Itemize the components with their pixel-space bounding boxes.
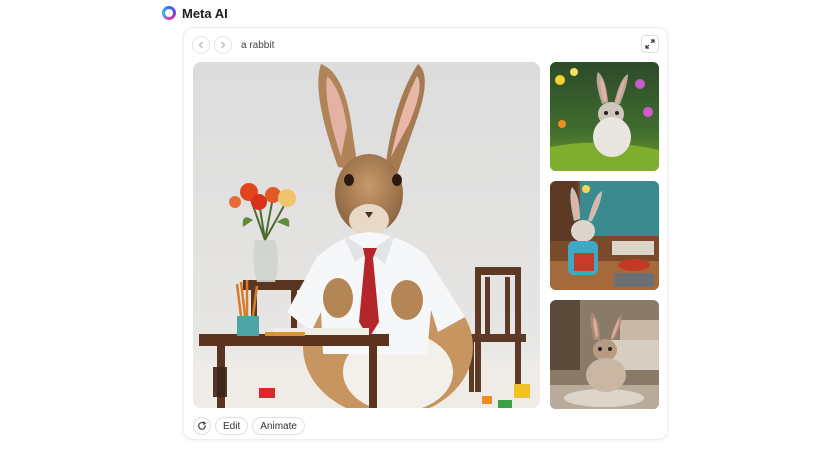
previous-button[interactable] — [192, 36, 210, 54]
edit-button[interactable]: Edit — [215, 417, 249, 435]
rabbit-in-shirt-image — [193, 62, 540, 408]
card-toolbar: a rabbit — [192, 35, 659, 55]
main-generated-image[interactable] — [193, 62, 540, 408]
meta-ai-logo-icon — [162, 6, 176, 20]
expand-icon — [645, 39, 655, 49]
refresh-icon — [198, 421, 207, 430]
rabbit-in-living-room-image — [550, 300, 659, 409]
chevron-left-icon — [198, 41, 203, 49]
prompt-text: a rabbit — [241, 39, 275, 51]
thumbnail-image-3[interactable] — [550, 300, 659, 409]
thumbnail-image-2[interactable] — [550, 181, 659, 290]
next-button[interactable] — [214, 36, 232, 54]
rabbit-in-garden-image — [550, 62, 659, 171]
regenerate-button[interactable] — [193, 417, 211, 435]
app-header: Meta AI — [162, 4, 228, 22]
app-name: Meta AI — [182, 5, 228, 21]
image-generation-card: a rabbit Edit Animate — [183, 27, 668, 440]
animate-button[interactable]: Animate — [252, 417, 305, 435]
expand-button[interactable] — [641, 35, 659, 53]
thumbnail-image-1[interactable] — [550, 62, 659, 171]
rabbit-in-kitchen-image — [550, 181, 659, 290]
chevron-right-icon — [221, 41, 226, 49]
image-actions: Edit Animate — [193, 417, 305, 435]
